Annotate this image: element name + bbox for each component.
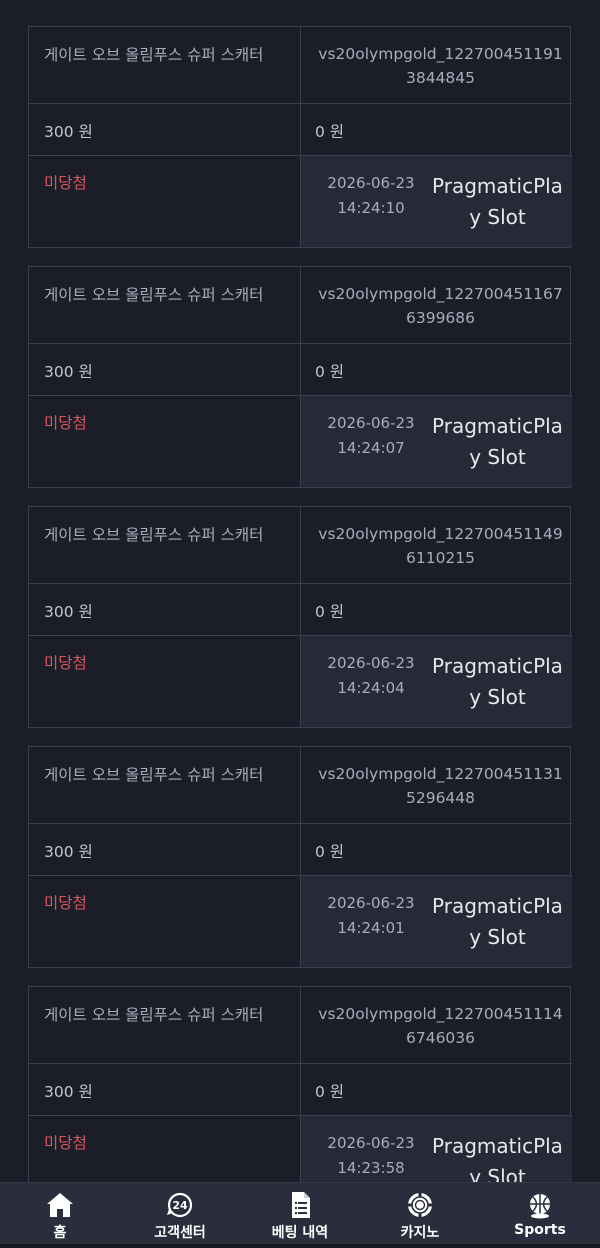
nav-sports[interactable]: Sports bbox=[485, 1183, 595, 1238]
provider-name: PragmaticPlay Slot bbox=[432, 654, 563, 709]
casino-chip-icon bbox=[408, 1193, 432, 1217]
bet-record-card: 게이트 오브 올림푸스 슈퍼 스캐터 vs20olympgold_1227004… bbox=[28, 746, 572, 968]
document-icon bbox=[292, 1192, 310, 1218]
game-name: 게이트 오브 올림푸스 슈퍼 스캐터 bbox=[29, 267, 301, 344]
bet-date: 2026-06-23 bbox=[327, 894, 415, 912]
bet-datetime: 2026-06-23 14:24:07 bbox=[315, 396, 427, 487]
bet-id: vs20olympgold_1227004511676399686 bbox=[301, 267, 572, 344]
provider-name: PragmaticPlay Slot bbox=[432, 1134, 563, 1182]
bet-record-card: 게이트 오브 올림푸스 슈퍼 스캐터 vs20olympgold_1227004… bbox=[28, 986, 572, 1182]
win-amount: 0 원 bbox=[301, 824, 572, 876]
nav-label: 베팅 내역 bbox=[271, 1225, 329, 1241]
bet-id: vs20olympgold_1227004511496110215 bbox=[301, 507, 572, 584]
status-badge: 미당첨 bbox=[29, 1116, 301, 1182]
win-amount: 0 원 bbox=[301, 344, 572, 396]
bet-date: 2026-06-23 bbox=[327, 174, 415, 192]
status-badge: 미당첨 bbox=[29, 636, 301, 727]
status-badge: 미당첨 bbox=[29, 396, 301, 487]
bet-id: vs20olympgold_1227004511913844845 bbox=[301, 27, 572, 104]
bet-amount: 300 원 bbox=[29, 584, 301, 636]
status-badge: 미당첨 bbox=[29, 156, 301, 247]
bet-datetime: 2026-06-23 14:24:10 bbox=[315, 156, 427, 247]
nav-casino[interactable]: 카지노 bbox=[365, 1183, 475, 1242]
home-icon bbox=[47, 1193, 73, 1217]
bet-time: 14:24:01 bbox=[337, 919, 405, 937]
bet-amount: 300 원 bbox=[29, 1064, 301, 1116]
bet-meta: 2026-06-23 14:24:01 PragmaticPlay Slot bbox=[301, 876, 572, 967]
nav-home[interactable]: 홈 bbox=[5, 1183, 115, 1242]
support-24-icon: 24 bbox=[167, 1192, 193, 1218]
bet-amount: 300 원 bbox=[29, 824, 301, 876]
game-name: 게이트 오브 올림푸스 슈퍼 스캐터 bbox=[29, 507, 301, 584]
bet-record-list: 게이트 오브 올림푸스 슈퍼 스캐터 vs20olympgold_1227004… bbox=[28, 26, 572, 1182]
bet-date: 2026-06-23 bbox=[327, 1134, 415, 1152]
bet-date: 2026-06-23 bbox=[327, 654, 415, 672]
bet-datetime: 2026-06-23 14:24:04 bbox=[315, 636, 427, 727]
bet-record-card: 게이트 오브 올림푸스 슈퍼 스캐터 vs20olympgold_1227004… bbox=[28, 506, 572, 728]
bet-time: 14:24:07 bbox=[337, 439, 405, 457]
bet-amount: 300 원 bbox=[29, 104, 301, 156]
sports-ball-icon bbox=[530, 1194, 550, 1219]
bet-datetime: 2026-06-23 14:24:01 bbox=[315, 876, 427, 967]
provider-name: PragmaticPlay Slot bbox=[432, 414, 563, 469]
provider-name: PragmaticPlay Slot bbox=[432, 894, 563, 949]
status-badge: 미당첨 bbox=[29, 876, 301, 967]
nav-label: 홈 bbox=[53, 1225, 67, 1241]
bet-meta: 2026-06-23 14:23:58 PragmaticPlay Slot bbox=[301, 1116, 572, 1182]
bet-time: 14:24:04 bbox=[337, 679, 405, 697]
bet-id: vs20olympgold_1227004511146746036 bbox=[301, 987, 572, 1064]
nav-label: 고객센터 bbox=[154, 1225, 206, 1241]
bet-amount: 300 원 bbox=[29, 344, 301, 396]
nav-bet-history[interactable]: 베팅 내역 bbox=[245, 1183, 355, 1242]
bet-record-card: 게이트 오브 올림푸스 슈퍼 스캐터 vs20olympgold_1227004… bbox=[28, 26, 572, 248]
bet-time: 14:23:58 bbox=[337, 1159, 405, 1177]
bet-datetime: 2026-06-23 14:23:58 bbox=[315, 1116, 427, 1182]
bet-time: 14:24:10 bbox=[337, 199, 405, 217]
win-amount: 0 원 bbox=[301, 1064, 572, 1116]
bet-date: 2026-06-23 bbox=[327, 414, 415, 432]
game-name: 게이트 오브 올림푸스 슈퍼 스캐터 bbox=[29, 747, 301, 824]
bet-history-list[interactable]: 게이트 오브 올림푸스 슈퍼 스캐터 vs20olympgold_1227004… bbox=[0, 0, 600, 1182]
bottom-nav: 홈 24 고객센터 베팅 내역 카지노 Sports bbox=[0, 1182, 600, 1248]
bet-meta: 2026-06-23 14:24:10 PragmaticPlay Slot bbox=[301, 156, 572, 247]
bet-meta: 2026-06-23 14:24:04 PragmaticPlay Slot bbox=[301, 636, 572, 727]
bet-meta: 2026-06-23 14:24:07 PragmaticPlay Slot bbox=[301, 396, 572, 487]
bet-id: vs20olympgold_1227004511315296448 bbox=[301, 747, 572, 824]
game-name: 게이트 오브 올림푸스 슈퍼 스캐터 bbox=[29, 27, 301, 104]
win-amount: 0 원 bbox=[301, 584, 572, 636]
nav-support[interactable]: 24 고객센터 bbox=[125, 1183, 235, 1242]
nav-label: Sports bbox=[514, 1222, 566, 1238]
support-24-text: 24 bbox=[172, 1199, 188, 1212]
win-amount: 0 원 bbox=[301, 104, 572, 156]
bet-record-card: 게이트 오브 올림푸스 슈퍼 스캐터 vs20olympgold_1227004… bbox=[28, 266, 572, 488]
nav-label: 카지노 bbox=[400, 1225, 440, 1241]
game-name: 게이트 오브 올림푸스 슈퍼 스캐터 bbox=[29, 987, 301, 1064]
provider-name: PragmaticPlay Slot bbox=[432, 174, 563, 229]
